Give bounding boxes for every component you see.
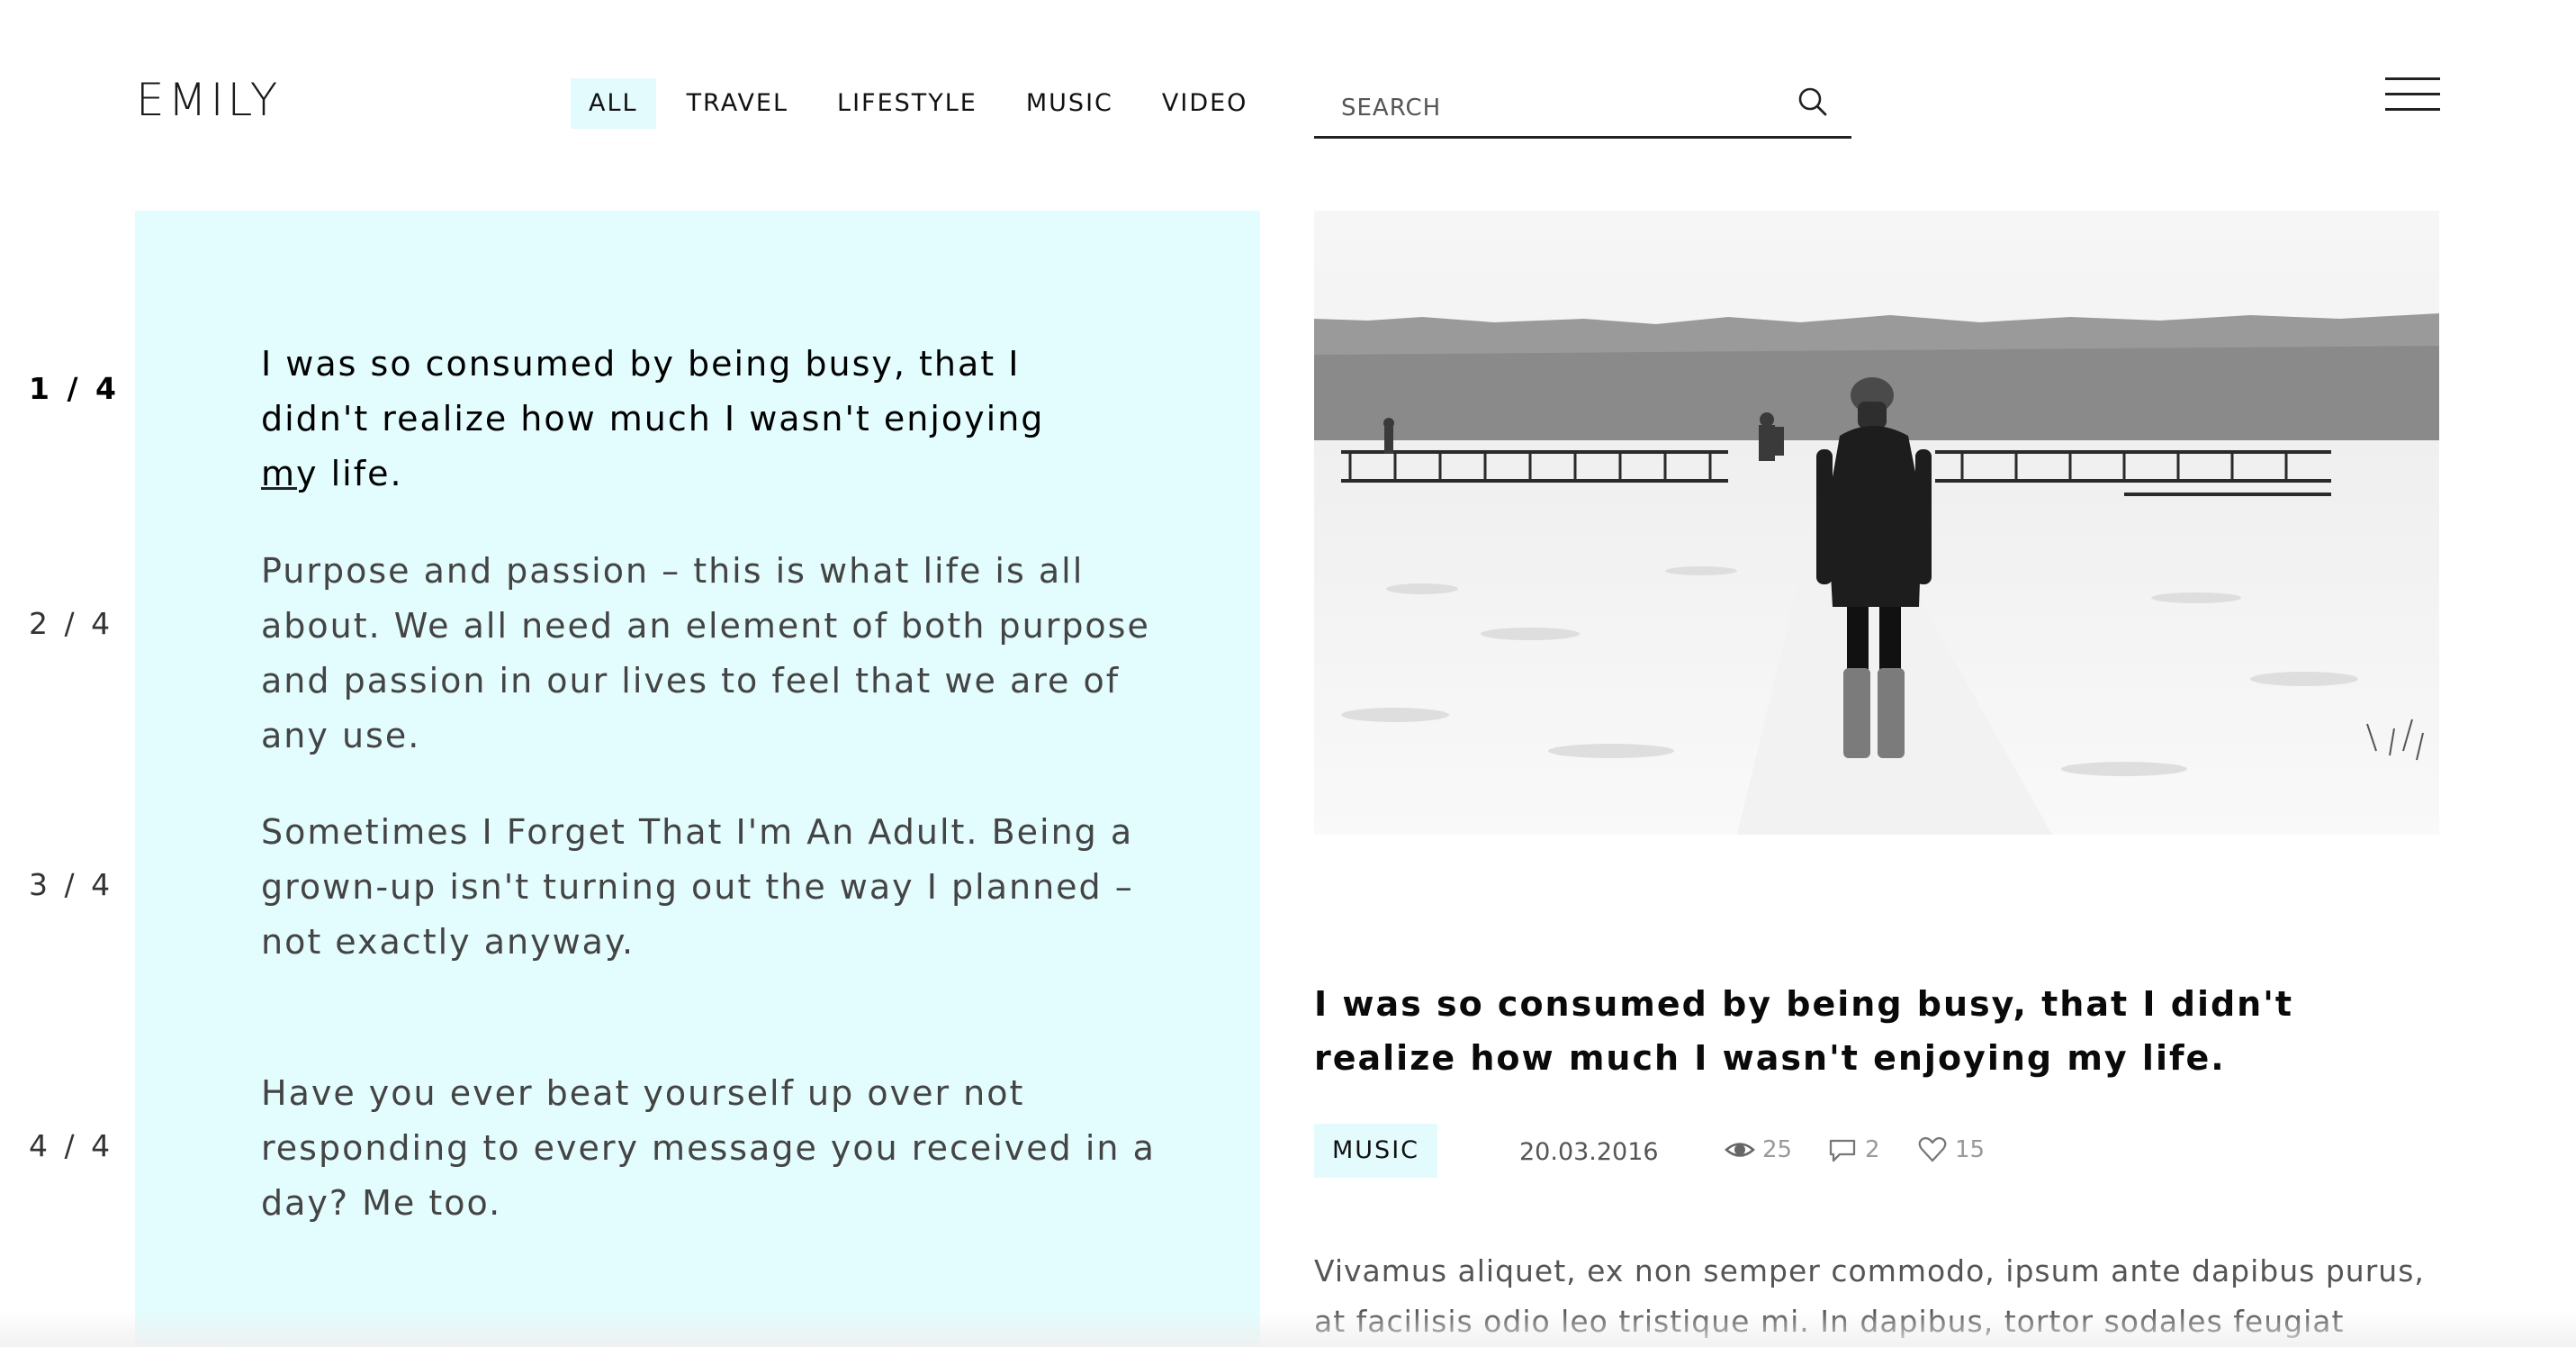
post-date: 20.03.2016: [1519, 1138, 1659, 1166]
views-stat: 25: [1725, 1136, 1792, 1163]
drag-handle-icon[interactable]: [730, 1338, 761, 1347]
comment-icon: [1829, 1139, 1856, 1162]
search-icon[interactable]: [1794, 83, 1832, 121]
quote-text-2: Purpose and passion – this is what life …: [261, 551, 1150, 755]
quote-counter-2[interactable]: 2 / 4: [29, 606, 113, 641]
nav-item-all[interactable]: ALL: [571, 78, 656, 129]
quote-text-3: Sometimes I Forget That I'm An Adult. Be…: [261, 812, 1134, 962]
quote-divider: [261, 487, 297, 490]
hamburger-menu-icon[interactable]: [2385, 77, 2440, 112]
nav-item-music[interactable]: MUSIC: [1008, 78, 1131, 129]
heart-icon: [1918, 1136, 1947, 1162]
comments-stat[interactable]: 2: [1827, 1136, 1880, 1163]
views-count: 25: [1762, 1136, 1793, 1163]
comments-count: 2: [1865, 1136, 1880, 1163]
nav-item-video[interactable]: VIDEO: [1144, 78, 1266, 129]
search-bar: [1314, 79, 1851, 139]
post-excerpt: Vivamus aliquet, ex non semper commodo, …: [1314, 1253, 2425, 1339]
site-logo[interactable]: EMILY: [136, 74, 281, 126]
search-input[interactable]: [1341, 85, 1764, 131]
eye-icon: [1725, 1143, 1755, 1157]
nav-item-lifestyle[interactable]: LIFESTYLE: [819, 78, 995, 129]
quote-text-1: I was so consumed by being busy, that I …: [261, 344, 1045, 493]
quote-counter-1[interactable]: 1 / 4: [29, 371, 120, 406]
post-meta: MUSIC 20.03.2016 25 2 15: [1314, 1124, 2439, 1178]
nav-item-travel[interactable]: TRAVEL: [669, 78, 806, 129]
likes-count: 15: [1955, 1136, 1986, 1163]
post-title[interactable]: I was so consumed by being busy, that I …: [1314, 977, 2448, 1085]
post-featured-image[interactable]: [1314, 211, 2439, 835]
category-nav: ALL TRAVEL LIFESTYLE MUSIC VIDEO: [571, 78, 1265, 129]
likes-stat[interactable]: 15: [1917, 1136, 1985, 1163]
quote-counter-4[interactable]: 4 / 4: [29, 1128, 113, 1163]
quote-text-4: Have you ever beat yourself up over not …: [261, 1073, 1156, 1223]
quote-counter-3[interactable]: 3 / 4: [29, 867, 113, 902]
category-tag[interactable]: MUSIC: [1314, 1124, 1438, 1178]
